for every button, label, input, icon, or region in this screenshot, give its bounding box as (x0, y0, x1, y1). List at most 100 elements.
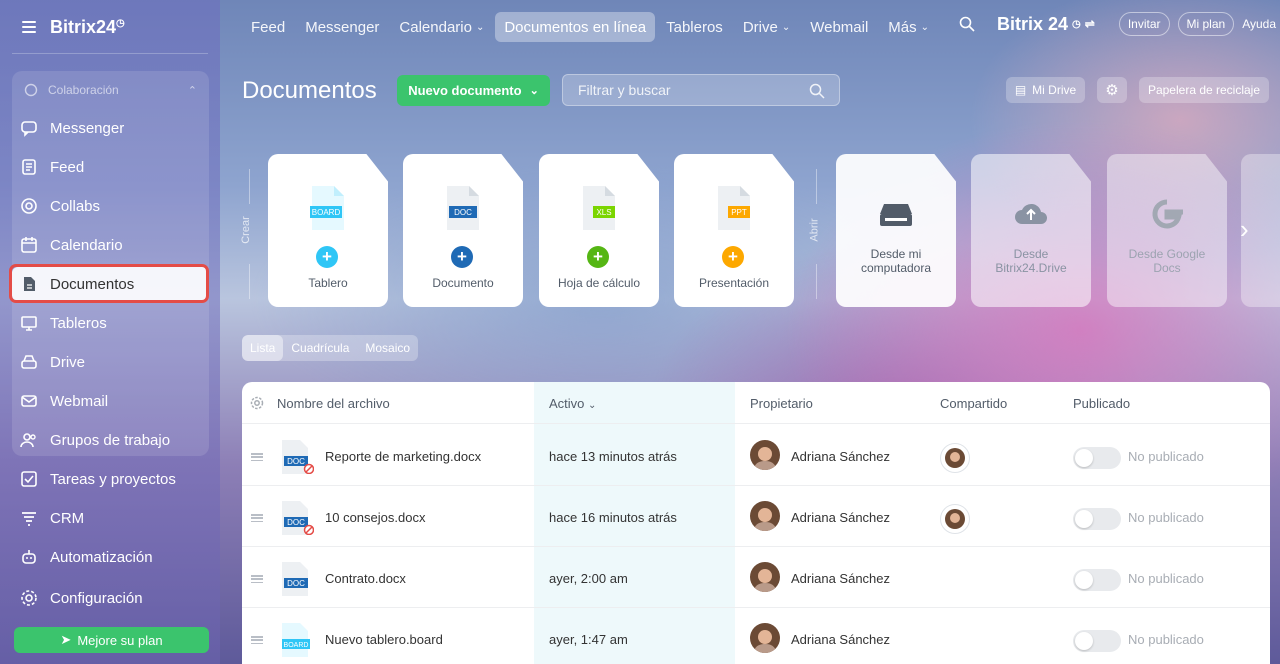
drag-handle-icon[interactable] (251, 636, 263, 644)
shared-avatar[interactable] (940, 504, 970, 534)
active-time: hace 13 minutos atrás (549, 449, 677, 464)
group-icon (20, 431, 38, 449)
column-header-shared[interactable]: Compartido (940, 396, 1007, 411)
sidebar-item-label: Tableros (50, 314, 107, 332)
table-row[interactable]: DOC 10 consejos.docx hace 16 minutos atr… (242, 486, 1270, 547)
publish-toggle[interactable] (1073, 569, 1121, 591)
sidebar-item-label: Messenger (50, 119, 125, 137)
column-header-published[interactable]: Publicado (1073, 396, 1130, 411)
chevron-down-icon: ⌄ (781, 21, 791, 33)
avatar[interactable] (750, 623, 780, 653)
invite-button[interactable]: Invitar (1118, 12, 1170, 36)
search-icon[interactable] (959, 16, 975, 32)
chevron-up-icon[interactable]: ⌃ (188, 84, 197, 97)
active-time: hace 16 minutos atrás (549, 510, 677, 525)
drag-handle-icon[interactable] (251, 514, 263, 522)
create-label: Crear (239, 216, 252, 244)
file-tag: DOC (287, 518, 305, 527)
avatar[interactable] (750, 440, 780, 470)
recycle-label: Papelera de reciclaje (1147, 83, 1261, 97)
topnav-mas[interactable]: Más ⌄ (879, 12, 938, 42)
file-name[interactable]: 10 consejos.docx (325, 510, 425, 525)
owner-name[interactable]: Adriana Sánchez (791, 571, 890, 586)
create-document-card[interactable]: DOC + Documento (403, 154, 523, 307)
rocket-icon: ➤ (60, 632, 72, 647)
drag-handle-icon[interactable] (251, 453, 263, 461)
shared-avatar[interactable] (940, 443, 970, 473)
avatar[interactable] (750, 501, 780, 531)
create-divider (249, 264, 250, 299)
column-header-owner[interactable]: Propietario (750, 396, 813, 411)
group-header[interactable]: Colaboración ⌃ (24, 83, 197, 97)
topnav-calendario[interactable]: Calendario ⌄ (390, 12, 493, 42)
sidebar-item-grupos[interactable]: Grupos de trabajo (12, 423, 209, 457)
tab-grid[interactable]: Cuadrícula (283, 335, 357, 361)
publish-toggle[interactable] (1073, 508, 1121, 530)
help-link[interactable]: Ayuda (1242, 17, 1276, 31)
view-switcher: Lista Cuadrícula Mosaico (242, 335, 419, 361)
sidebar-item-crm[interactable]: CRM (12, 501, 209, 535)
doc-file-icon: DOC (282, 501, 314, 535)
create-board-card[interactable]: BOARD + Tablero (268, 154, 388, 307)
sidebar-item-automatizacion[interactable]: Automatización (12, 540, 209, 574)
chevron-right-icon[interactable]: › (1240, 214, 1249, 245)
group-label: Colaboración (48, 83, 119, 97)
my-drive-button[interactable]: ▤ Mi Drive (1006, 77, 1085, 103)
owner-name[interactable]: Adriana Sánchez (791, 632, 890, 647)
publish-toggle[interactable] (1073, 630, 1121, 652)
create-spreadsheet-card[interactable]: XLS + Hoja de cálculo (539, 154, 659, 307)
avatar[interactable] (750, 562, 780, 592)
open-divider (816, 169, 817, 204)
topnav-tableros[interactable]: Tableros (657, 12, 732, 42)
topnav-messenger[interactable]: Messenger (296, 12, 388, 42)
open-from-computer-card[interactable]: Desde mi computadora (836, 154, 956, 307)
column-header-active[interactable]: Activo ⌄ (549, 396, 596, 411)
settings-button[interactable]: ⚙ (1097, 77, 1127, 103)
topnav-feed[interactable]: Feed (242, 12, 294, 42)
gear-icon[interactable] (250, 396, 264, 410)
sidebar-item-collabs[interactable]: Collabs (12, 189, 209, 223)
sidebar-item-tableros[interactable]: Tableros (12, 306, 209, 340)
drive-icon (20, 353, 38, 371)
open-from-drive-card[interactable]: Desde Bitrix24.Drive (971, 154, 1091, 307)
search-input[interactable] (578, 82, 798, 98)
topnav-webmail[interactable]: Webmail (801, 12, 877, 42)
drag-handle-icon[interactable] (251, 575, 263, 583)
sidebar-item-calendario[interactable]: Calendario (12, 228, 209, 262)
menu-icon[interactable] (22, 21, 36, 33)
column-header-name[interactable]: Nombre del archivo (277, 396, 390, 411)
file-name[interactable]: Nuevo tablero.board (325, 632, 443, 647)
sidebar-item-configuracion[interactable]: Configuración (12, 581, 209, 615)
topnav-drive[interactable]: Drive ⌄ (734, 12, 799, 42)
topnav-documentos[interactable]: Documentos en línea (495, 12, 656, 42)
search-icon[interactable] (809, 83, 825, 99)
open-from-google-card[interactable]: Desde Google Docs (1107, 154, 1227, 307)
sidebar-item-tareas[interactable]: Tareas y proyectos (12, 462, 209, 496)
tab-list[interactable]: Lista (242, 335, 284, 361)
publish-toggle[interactable] (1073, 447, 1121, 469)
new-document-button[interactable]: Nuevo documento ⌄ (397, 75, 550, 106)
table-row[interactable]: DOC Reporte de marketing.docx hace 13 mi… (242, 425, 1270, 486)
tab-mosaic[interactable]: Mosaico (357, 335, 418, 361)
create-presentation-card[interactable]: PPT + Presentación (674, 154, 794, 307)
file-name[interactable]: Contrato.docx (325, 571, 406, 586)
logo[interactable]: Bitrix24◷ (50, 17, 125, 38)
table-row[interactable]: BOARD Nuevo tablero.board ayer, 1:47 am … (242, 608, 1270, 664)
sidebar-item-drive[interactable]: Drive (12, 345, 209, 379)
sidebar-item-webmail[interactable]: Webmail (12, 384, 209, 418)
my-plan-button[interactable]: Mi plan (1177, 12, 1235, 36)
upgrade-plan-button[interactable]: ➤ Mejore su plan (14, 627, 209, 653)
open-label: Abrir (808, 218, 821, 242)
sidebar-item-feed[interactable]: Feed (12, 150, 209, 184)
owner-name[interactable]: Adriana Sánchez (791, 449, 890, 464)
table-row[interactable]: DOC Contrato.docx ayer, 2:00 am Adriana … (242, 547, 1270, 608)
settings-sliders-icon[interactable]: ⇌ (1085, 17, 1095, 31)
sidebar-item-messenger[interactable]: Messenger (12, 111, 209, 145)
sidebar-item-label: Automatización (50, 548, 153, 566)
owner-name[interactable]: Adriana Sánchez (791, 510, 890, 525)
brand-logo[interactable]: Bitrix 24 ◷ ⇌ (997, 14, 1095, 35)
recycle-bin-button[interactable]: Papelera de reciclaje (1139, 77, 1269, 103)
sidebar-item-label: Drive (50, 353, 86, 371)
top-bar: Feed Messenger Calendario ⌄ Documentos en… (220, 0, 1280, 54)
file-name[interactable]: Reporte de marketing.docx (325, 449, 481, 464)
